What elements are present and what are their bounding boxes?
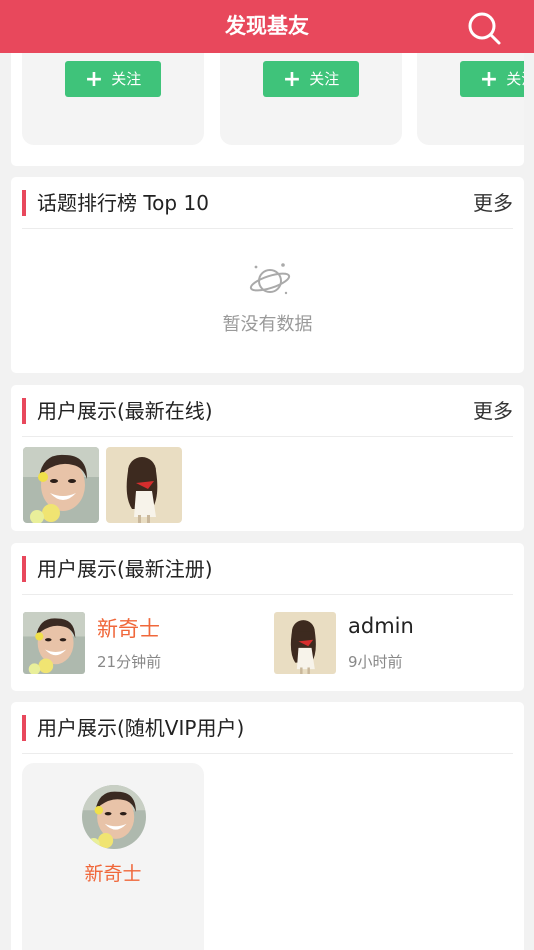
topic-rank-card: 话题排行榜 Top 10 更多 暂没有数据 xyxy=(11,177,524,373)
section-title: 用户展示(随机VIP用户) xyxy=(37,716,245,740)
page-title: 发现基友 xyxy=(225,14,309,38)
section-header: 用户展示(随机VIP用户) xyxy=(22,702,513,754)
user-name[interactable]: 新奇士 xyxy=(97,613,160,643)
section-accent-bar xyxy=(22,190,26,216)
top-nav-bar: 发现基友 xyxy=(0,0,534,53)
section-title: 话题排行榜 Top 10 xyxy=(37,191,209,215)
follow-button[interactable]: +关注 xyxy=(65,61,161,97)
user-tile: +关注 xyxy=(220,53,402,145)
avatar[interactable] xyxy=(23,447,99,523)
user-time: 9小时前 xyxy=(348,653,403,671)
section-title: 用户展示(最新在线) xyxy=(37,399,213,423)
section-accent-bar xyxy=(22,556,26,582)
online-users-card: 用户展示(最新在线) 更多 xyxy=(11,385,524,531)
plus-icon: + xyxy=(479,67,499,92)
plus-icon: + xyxy=(282,67,302,92)
empty-state-text: 暂没有数据 xyxy=(222,314,313,335)
user-time: 21分钟前 xyxy=(97,653,162,671)
section-accent-bar xyxy=(22,715,26,741)
section-header: 话题排行榜 Top 10 更多 xyxy=(22,177,513,229)
user-name[interactable]: 新奇士 xyxy=(22,859,204,886)
user-tile: +关注 xyxy=(22,53,204,145)
avatar[interactable] xyxy=(106,447,182,523)
search-icon[interactable] xyxy=(466,10,502,46)
plus-icon: + xyxy=(84,67,104,92)
section-title: 用户展示(最新注册) xyxy=(37,557,213,581)
more-link[interactable]: 更多 xyxy=(473,385,513,437)
vip-users-card: 用户展示(随机VIP用户) 新奇士 xyxy=(11,702,524,950)
recommend-users-card: +关注 +关注 +关注 xyxy=(11,53,524,166)
section-header: 用户展示(最新在线) 更多 xyxy=(22,385,513,437)
more-link[interactable]: 更多 xyxy=(473,177,513,229)
planet-icon xyxy=(248,259,292,303)
vip-user-tile[interactable]: 新奇士 xyxy=(22,763,204,950)
section-header: 用户展示(最新注册) xyxy=(22,543,513,595)
avatar[interactable] xyxy=(82,785,146,849)
avatar[interactable] xyxy=(23,612,85,674)
user-name[interactable]: admin xyxy=(348,614,414,638)
new-users-card: 用户展示(最新注册) 新奇士 21分钟前 admin 9小时前 xyxy=(11,543,524,691)
user-tile: +关注 xyxy=(417,53,524,145)
follow-button[interactable]: +关注 xyxy=(263,61,359,97)
avatar[interactable] xyxy=(274,612,336,674)
section-accent-bar xyxy=(22,398,26,424)
follow-button[interactable]: +关注 xyxy=(460,61,524,97)
